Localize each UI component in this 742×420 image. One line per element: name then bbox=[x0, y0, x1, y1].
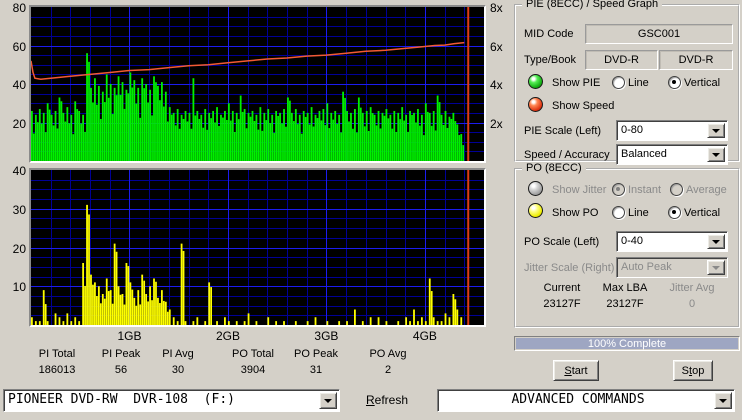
po-line-label[interactable]: Line bbox=[628, 207, 649, 219]
po-line-radio[interactable] bbox=[612, 206, 625, 219]
advanced-commands-select[interactable]: ADVANCED COMMANDS bbox=[437, 389, 735, 412]
po-groupbox-title: PO (8ECC) bbox=[522, 162, 586, 174]
axis-tick-label: 80 bbox=[12, 1, 26, 15]
axis-tick-label: 60 bbox=[12, 39, 26, 54]
po-scale-label: PO Scale (Left) bbox=[524, 236, 600, 248]
stat-po-total-value: 3904 bbox=[240, 364, 266, 376]
max-lba-value: 23127F bbox=[606, 298, 644, 310]
pie-scale-label: PIE Scale (Left) bbox=[524, 125, 602, 137]
axis-tick-label: 2GB bbox=[215, 329, 240, 343]
stat-po-avg-value: 2 bbox=[384, 364, 392, 376]
speed-accuracy-dropdown-arrow[interactable] bbox=[707, 147, 725, 162]
advanced-commands-value: ADVANCED COMMANDS bbox=[511, 392, 645, 407]
chevron-down-icon bbox=[712, 128, 720, 133]
po-groupbox: PO (8ECC) Show Jitter Instant Average Sh… bbox=[514, 162, 740, 328]
pie-vertical-radio[interactable] bbox=[668, 76, 681, 89]
stop-button[interactable]: Stop bbox=[673, 360, 713, 381]
jitter-scale-select: Auto Peak bbox=[616, 257, 728, 278]
axis-tick-label: 4GB bbox=[412, 329, 437, 343]
jitter-scale-dropdown-arrow bbox=[707, 260, 725, 275]
show-pie-label: Show PIE bbox=[552, 77, 601, 89]
type-value: DVD-R bbox=[585, 50, 658, 70]
speed-accuracy-value: Balanced bbox=[621, 148, 667, 160]
pie-vertical-label[interactable]: Vertical bbox=[684, 77, 720, 89]
stat-pi-total-value: 186013 bbox=[38, 364, 76, 376]
chevron-down-icon bbox=[712, 152, 720, 157]
stat-po-total-label: PO Total bbox=[232, 348, 274, 360]
po-vertical-radio[interactable] bbox=[668, 206, 681, 219]
show-speed-led-icon[interactable] bbox=[528, 97, 543, 112]
app-window: 80 60 40 20 8x 6x 4x 2x 40 30 20 10 1GB 2GB 3GB 4GB PI … bbox=[0, 0, 742, 420]
po-chart-canvas bbox=[31, 170, 484, 325]
jitter-avg-label: Jitter Avg bbox=[669, 282, 715, 294]
axis-tick-label: 40 bbox=[12, 78, 26, 92]
jitter-instant-label: Instant bbox=[628, 184, 662, 196]
axis-tick-label: 30 bbox=[12, 202, 26, 217]
pie-speed-groupbox-title: PIE (8ECC) / Speed Graph bbox=[522, 0, 663, 10]
pie-scale-value: 0-80 bbox=[621, 124, 644, 136]
stat-po-avg-label: PO Avg bbox=[369, 348, 407, 360]
jitter-instant-radio bbox=[612, 183, 625, 196]
pie-speed-groupbox: PIE (8ECC) / Speed Graph MID Code GSC001… bbox=[514, 0, 740, 165]
axis-tick-label: 10 bbox=[12, 280, 26, 295]
axis-tick-label: 40 bbox=[12, 164, 26, 178]
show-speed-label: Show Speed bbox=[552, 100, 615, 112]
max-lba-label: Max LBA bbox=[602, 282, 648, 294]
chevron-down-icon bbox=[719, 398, 727, 403]
show-po-led-icon[interactable] bbox=[528, 203, 543, 218]
progress-bar-fill: 100% Complete bbox=[516, 338, 738, 350]
pie-speed-chart-canvas bbox=[30, 7, 484, 162]
device-select-dropdown-arrow[interactable] bbox=[319, 392, 337, 409]
refresh-button[interactable]: Refresh bbox=[356, 390, 418, 410]
pie-scale-select[interactable]: 0-80 bbox=[616, 120, 728, 141]
stat-pi-avg-label: PI Avg bbox=[162, 348, 194, 360]
jitter-avg-value: 0 bbox=[688, 298, 696, 310]
type-book-label: Type/Book bbox=[524, 54, 576, 66]
stat-pi-avg-value: 30 bbox=[171, 364, 185, 376]
axis-tick-label: 3GB bbox=[314, 329, 339, 343]
jitter-average-label: Average bbox=[686, 184, 727, 196]
show-jitter-led-icon bbox=[528, 181, 543, 196]
jitter-average-radio bbox=[670, 183, 683, 196]
stat-po-peak-value: 31 bbox=[309, 364, 323, 376]
jitter-scale-label: Jitter Scale (Right) bbox=[524, 262, 615, 274]
show-jitter-label: Show Jitter bbox=[552, 184, 607, 196]
jitter-scale-value: Auto Peak bbox=[621, 261, 672, 273]
pie-speed-chart bbox=[29, 5, 486, 163]
show-po-label: Show PO bbox=[552, 207, 599, 219]
speed-accuracy-label: Speed / Accuracy bbox=[524, 149, 610, 161]
axis-tick-label: 1GB bbox=[117, 329, 142, 343]
progress-bar: 100% Complete bbox=[514, 336, 740, 351]
device-select-value: PIONEER DVD-RW DVR-108 (F:) bbox=[8, 392, 235, 407]
current-value: 23127F bbox=[543, 298, 581, 310]
po-scale-value: 0-40 bbox=[621, 235, 644, 247]
stat-po-peak-label: PO Peak bbox=[293, 348, 339, 360]
pie-line-label[interactable]: Line bbox=[628, 77, 649, 89]
pie-line-radio[interactable] bbox=[612, 76, 625, 89]
axis-tick-label: 20 bbox=[12, 241, 26, 256]
mid-code-label: MID Code bbox=[524, 28, 574, 40]
advanced-commands-dropdown-arrow[interactable] bbox=[714, 392, 732, 409]
current-label: Current bbox=[543, 282, 581, 294]
device-select[interactable]: PIONEER DVD-RW DVR-108 (F:) bbox=[3, 389, 340, 412]
start-button[interactable]: Start bbox=[553, 360, 599, 381]
stat-pi-total-label: PI Total bbox=[38, 348, 76, 360]
po-chart bbox=[29, 168, 486, 327]
show-pie-led-icon[interactable] bbox=[528, 74, 543, 89]
po-scale-select[interactable]: 0-40 bbox=[616, 231, 728, 252]
axis-tick-label: 20 bbox=[12, 116, 26, 131]
po-scale-dropdown-arrow[interactable] bbox=[707, 234, 725, 249]
book-value: DVD-R bbox=[659, 50, 733, 70]
chevron-down-icon bbox=[712, 239, 720, 244]
mid-code-value: GSC001 bbox=[585, 24, 733, 44]
chevron-down-icon bbox=[324, 398, 332, 403]
pie-scale-dropdown-arrow[interactable] bbox=[707, 123, 725, 138]
po-vertical-label[interactable]: Vertical bbox=[684, 207, 720, 219]
chevron-down-icon bbox=[712, 265, 720, 270]
speed-accuracy-select[interactable]: Balanced bbox=[616, 144, 728, 165]
